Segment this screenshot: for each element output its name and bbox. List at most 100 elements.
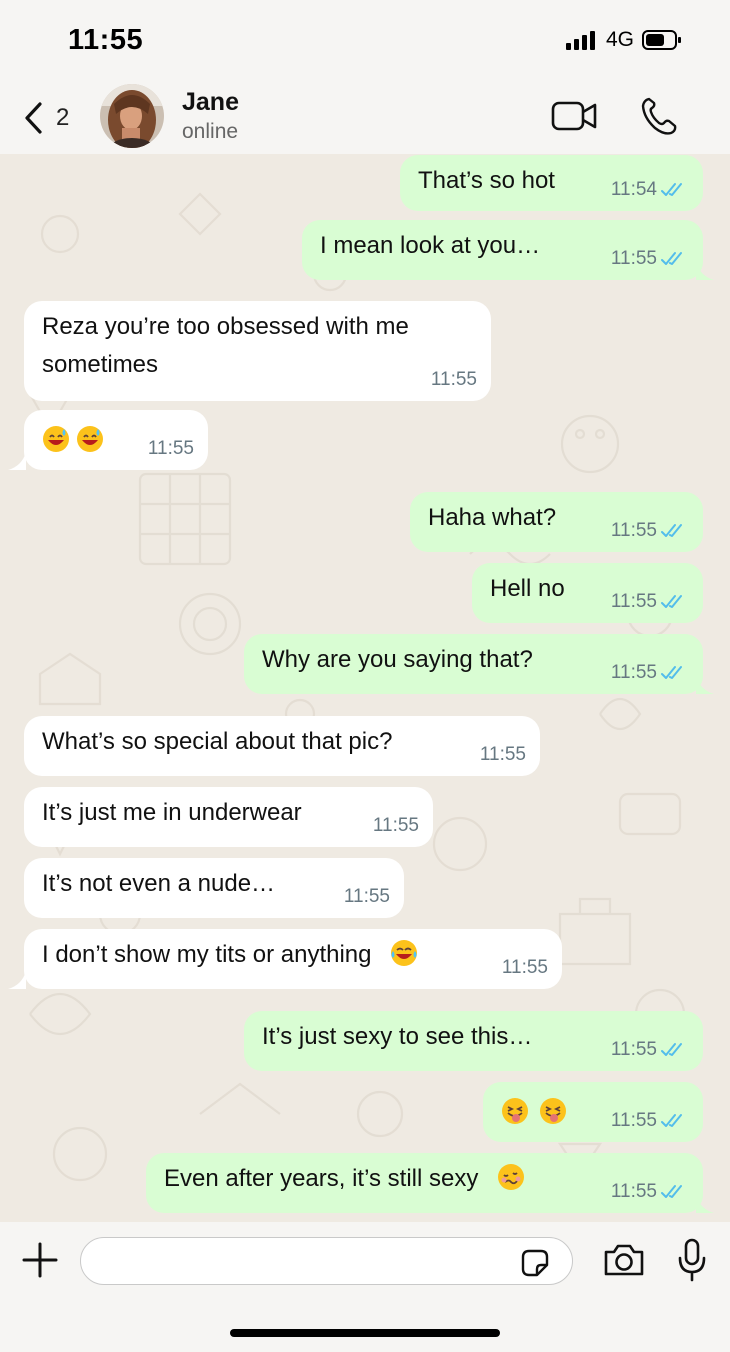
microphone-button[interactable] — [676, 1238, 708, 1287]
status-indicators: 4G — [565, 28, 682, 52]
message-text: It’s not even a nude… — [42, 870, 276, 897]
avatar[interactable] — [100, 84, 164, 148]
message-text: Hell no — [490, 575, 565, 602]
message-time: 11:54 — [610, 179, 657, 200]
bubble-tail — [696, 676, 714, 694]
incoming-message[interactable]: It’s not even a nude… 11:55 — [24, 858, 404, 918]
message-meta: 11:55 — [431, 361, 477, 399]
network-label: 4G — [605, 28, 634, 51]
message-meta: 11:55 — [611, 654, 687, 692]
message-meta: 11:55 — [480, 736, 526, 774]
message-text: That’s so hot — [418, 167, 555, 194]
message-meta: 11:55 — [611, 240, 687, 278]
message-time: 11:55 — [610, 1181, 657, 1202]
signal-icon — [565, 31, 595, 50]
message-time: 11:55 — [479, 744, 526, 765]
bubble-tail — [696, 262, 714, 280]
home-indicator[interactable] — [230, 1329, 500, 1337]
incoming-message[interactable]: It’s just me in underwear 11:55 — [24, 787, 433, 847]
chat-area[interactable]: That’s so hot 11:54 I mean look at you… … — [0, 154, 730, 1222]
message-text: Why are you saying that? — [262, 646, 533, 673]
read-receipt-icon — [661, 595, 682, 608]
camera-icon — [604, 1244, 644, 1276]
sticker-button[interactable] — [519, 1247, 551, 1284]
outgoing-message[interactable]: That’s so hot 11:54 — [400, 155, 703, 211]
outgoing-message[interactable]: It’s just sexy to see this… 11:55 — [244, 1011, 703, 1071]
tongue-out-emoji — [540, 1098, 566, 1124]
message-meta: 11:55 — [502, 949, 548, 987]
message-meta: 11:55 — [611, 1102, 687, 1140]
bubble-tail — [696, 1195, 714, 1213]
smiling-face-with-sweat-emoji — [43, 426, 69, 452]
message-text: It’s just sexy to see this… — [262, 1023, 533, 1050]
unread-count: 2 — [56, 104, 70, 131]
tears-of-joy-emoji — [391, 940, 418, 966]
incoming-message[interactable]: I don’t show my tits or anything 11:55 — [24, 929, 562, 989]
incoming-message[interactable]: Reza you’re too obsessed with me sometim… — [24, 301, 491, 401]
read-receipt-icon — [661, 1114, 682, 1127]
message-meta: 11:55 — [344, 878, 390, 916]
microphone-icon — [678, 1238, 706, 1282]
profile-photo — [100, 84, 164, 148]
read-receipt-icon — [661, 1043, 682, 1056]
message-meta: 11:54 — [611, 171, 687, 209]
outgoing-message[interactable]: 11:55 — [483, 1082, 703, 1142]
message-meta: 11:55 — [148, 430, 194, 468]
outgoing-message[interactable]: Even after years, it’s still sexy 11:55 — [146, 1153, 703, 1213]
message-time: 11:55 — [610, 1110, 657, 1131]
message-time: 11:55 — [147, 438, 194, 459]
outgoing-message[interactable]: I mean look at you… 11:55 — [302, 220, 703, 280]
message-meta: 11:55 — [611, 583, 687, 621]
phone-icon — [641, 97, 677, 135]
message-text-line2: sometimes — [42, 351, 159, 378]
message-emojis — [42, 422, 110, 460]
incoming-message[interactable]: What’s so special about that pic? 11:55 — [24, 716, 540, 776]
message-emojis — [501, 1094, 573, 1132]
outgoing-message[interactable]: Haha what? 11:55 — [410, 492, 703, 552]
message-meta: 11:55 — [611, 1031, 687, 1069]
camera-button[interactable] — [602, 1242, 646, 1283]
read-receipt-icon — [661, 524, 682, 537]
attach-button[interactable] — [20, 1240, 60, 1280]
outgoing-message[interactable]: Hell no 11:55 — [472, 563, 703, 623]
contact-name[interactable]: Jane — [182, 88, 239, 117]
message-meta: 11:55 — [373, 807, 419, 845]
sticker-icon — [521, 1249, 549, 1277]
message-time: 11:55 — [610, 591, 657, 612]
read-receipt-icon — [661, 183, 682, 196]
voice-call-button[interactable] — [640, 96, 678, 141]
message-text: Haha what? — [428, 504, 557, 531]
bubble-tail — [8, 971, 26, 989]
message-text: It’s just me in underwear — [42, 799, 302, 826]
message-text: I don’t show my tits or anything — [42, 941, 372, 968]
status-bar: 11:55 4G — [0, 0, 730, 82]
battery-icon — [642, 30, 681, 50]
message-text: I mean look at you… — [320, 232, 541, 259]
message-time: 11:55 — [610, 248, 657, 269]
woozy-face-emoji — [498, 1164, 525, 1190]
bubble-tail — [8, 452, 26, 470]
incoming-message[interactable]: 11:55 — [24, 410, 208, 470]
message-text-with-emoji: Even after years, it’s still sexy — [164, 1160, 531, 1198]
message-input[interactable] — [80, 1237, 573, 1285]
message-time: 11:55 — [430, 369, 477, 390]
read-receipt-icon — [661, 1185, 682, 1198]
smiling-face-with-sweat-emoji — [77, 426, 103, 452]
read-receipt-icon — [661, 252, 682, 265]
status-time: 11:55 — [68, 24, 144, 56]
tongue-out-emoji — [502, 1098, 528, 1124]
message-time: 11:55 — [372, 815, 419, 836]
message-time: 11:55 — [343, 886, 390, 907]
message-meta: 11:55 — [611, 512, 687, 550]
message-time: 11:55 — [610, 520, 657, 541]
video-call-button[interactable] — [551, 100, 599, 137]
video-camera-icon — [551, 101, 597, 131]
outgoing-message[interactable]: Why are you saying that? 11:55 — [244, 634, 703, 694]
message-text-with-emoji: I don’t show my tits or anything — [42, 936, 424, 974]
plus-icon — [22, 1242, 58, 1278]
read-receipt-icon — [661, 666, 682, 679]
message-time: 11:55 — [610, 1039, 657, 1060]
message-time: 11:55 — [501, 957, 548, 978]
back-button[interactable]: 2 — [22, 98, 69, 138]
message-text: Even after years, it’s still sexy — [164, 1165, 479, 1192]
